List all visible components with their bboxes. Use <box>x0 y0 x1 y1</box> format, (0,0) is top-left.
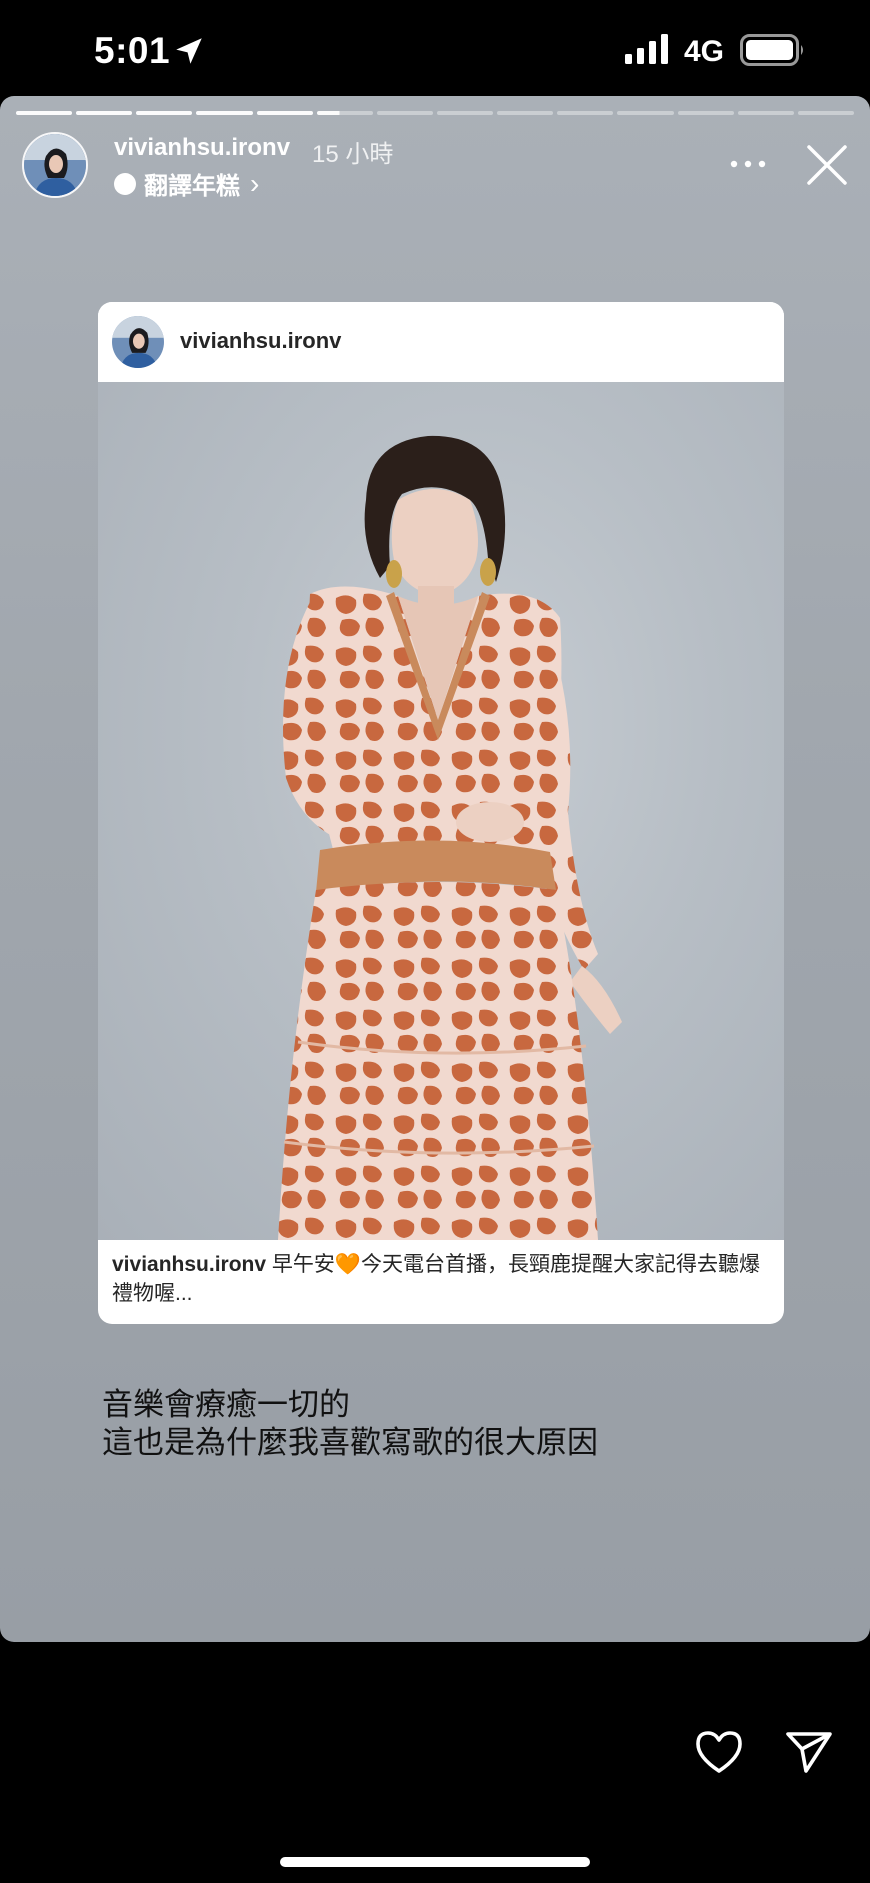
progress-segment <box>16 111 73 115</box>
home-indicator <box>280 1857 590 1867</box>
shared-post-username: vivianhsu.ironv <box>180 328 342 353</box>
location-arrow-icon <box>176 38 202 64</box>
progress-segment <box>376 111 433 115</box>
more-options-icon[interactable] <box>728 158 768 170</box>
caption-username: vivianhsu.ironv <box>112 1253 267 1276</box>
network-type: 4G <box>684 35 725 68</box>
progress-segment <box>436 111 494 115</box>
story-timestamp: 15 小時 <box>312 141 394 168</box>
battery-icon <box>740 34 803 66</box>
story-text-line-1: 音樂會療癒一切的 <box>102 1387 350 1422</box>
status-bar: 5:01 4G <box>0 0 870 96</box>
cellular-signal-icon <box>625 34 668 64</box>
chevron-right-icon: › <box>250 167 260 199</box>
audio-track-link[interactable]: 翻譯年糕 › <box>114 166 259 201</box>
progress-segment <box>497 111 554 115</box>
audio-track-label: 翻譯年糕 <box>144 173 240 200</box>
profile-avatar[interactable] <box>22 132 88 198</box>
progress-segment <box>136 111 193 115</box>
shared-post-caption: vivianhsu.ironv 早午安🧡今天電台首播，長頸鹿提醒大家記得去聽爆禮… <box>112 1250 772 1308</box>
story-text-overlay: 音樂會療癒一切的 這也是為什麼我喜歡寫歌的很大原因 <box>102 1386 598 1462</box>
progress-segment <box>76 111 133 115</box>
shared-post-card[interactable]: vivianhsu.ironv vivianhsu.ironv 早午安🧡今天電台… <box>98 302 784 1324</box>
shared-post-photo <box>98 382 784 1240</box>
audio-bubble-icon <box>114 172 136 195</box>
close-icon[interactable] <box>806 144 848 186</box>
progress-segment <box>617 111 674 115</box>
heart-icon[interactable] <box>694 1729 744 1775</box>
story-text-line-2: 這也是為什麼我喜歡寫歌的很大原因 <box>102 1425 598 1460</box>
status-time: 5:01 <box>94 30 171 71</box>
progress-segment <box>316 111 373 115</box>
progress-segment <box>256 111 313 115</box>
progress-segment <box>737 111 794 115</box>
progress-segment <box>677 111 734 115</box>
shared-post-header: vivianhsu.ironv <box>98 302 784 382</box>
story-username[interactable]: vivianhsu.ironv <box>114 134 290 162</box>
progress-segment <box>797 111 854 115</box>
shared-post-avatar <box>112 316 164 368</box>
progress-segment <box>557 111 614 115</box>
send-icon[interactable] <box>784 1729 834 1775</box>
progress-segment <box>196 111 253 115</box>
story-progress-bar <box>16 111 854 115</box>
story-viewer[interactable]: vivianhsu.ironv 15 小時 翻譯年糕 › vivianhsu.i… <box>0 96 870 1642</box>
